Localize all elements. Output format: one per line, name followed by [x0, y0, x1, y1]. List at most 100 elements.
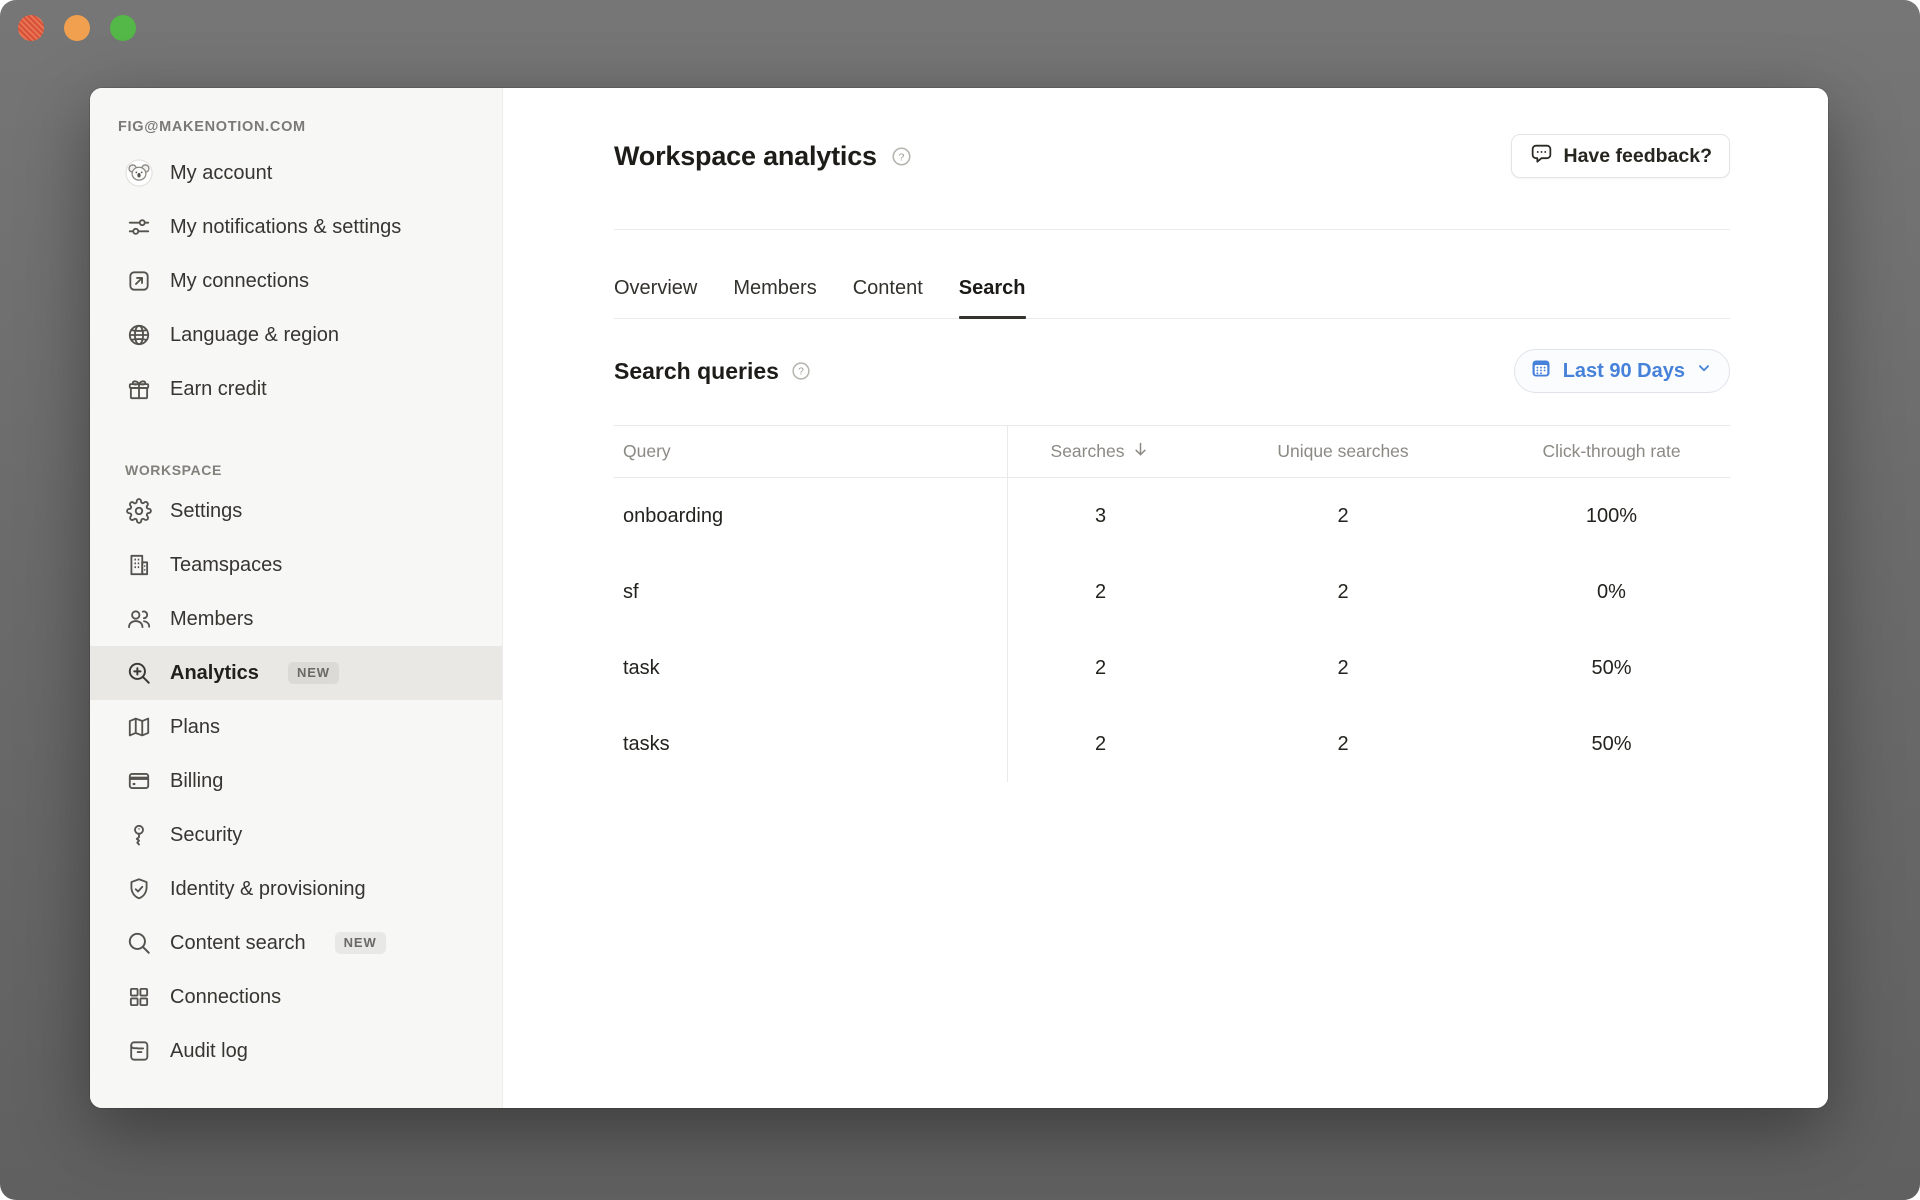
have-feedback-button[interactable]: Have feedback? — [1511, 134, 1731, 178]
key-icon — [125, 822, 153, 848]
sidebar-item-label: Teamspaces — [170, 552, 282, 579]
column-header-unique-searches[interactable]: Unique searches — [1193, 425, 1493, 478]
search-queries-section-header: Search queries ? — [614, 349, 1730, 393]
sidebar-item-security[interactable]: Security — [90, 808, 502, 862]
sidebar-item-my-connections[interactable]: My connections — [90, 254, 502, 308]
workspace-section-label: WORKSPACE — [125, 460, 502, 480]
account-section: My account My notifications & settings — [90, 146, 502, 416]
sidebar-item-settings[interactable]: Settings — [90, 484, 502, 538]
close-window-button[interactable] — [18, 15, 44, 41]
people-icon — [125, 606, 153, 632]
sidebar-item-my-notifications-settings[interactable]: My notifications & settings — [90, 200, 502, 254]
sidebar-item-identity-provisioning[interactable]: Identity & provisioning — [90, 862, 502, 916]
click-through-rate-cell: 100% — [1493, 478, 1730, 554]
svg-text:?: ? — [898, 151, 904, 163]
analytics-main-panel: Workspace analytics ? — [503, 88, 1828, 1108]
click-through-rate-cell: 50% — [1493, 630, 1730, 706]
sidebar-item-label: My notifications & settings — [170, 214, 401, 241]
sidebar-item-label: Plans — [170, 714, 220, 741]
unique-searches-cell: 2 — [1193, 630, 1493, 706]
feedback-button-label: Have feedback? — [1564, 145, 1713, 168]
query-cell: tasks — [614, 706, 1008, 782]
magnifier-plus-icon — [125, 660, 153, 686]
avatar — [125, 159, 153, 187]
sidebar-item-label: Billing — [170, 768, 223, 795]
shield-check-icon — [125, 876, 153, 902]
sidebar-item-label: Identity & provisioning — [170, 876, 366, 903]
query-cell: sf — [614, 554, 1008, 630]
tab-overview[interactable]: Overview — [614, 276, 697, 318]
sidebar-item-label: Connections — [170, 984, 281, 1011]
sidebar-item-connections[interactable]: Connections — [90, 970, 502, 1024]
searches-cell: 2 — [1008, 554, 1193, 630]
sidebar-item-analytics[interactable]: Analytics NEW — [90, 646, 502, 700]
query-cell: onboarding — [614, 478, 1008, 554]
search-queries-table: Query Searches Unique searches Click-thr… — [614, 425, 1730, 782]
sidebar-item-label: Content search — [170, 930, 306, 957]
sidebar-item-earn-credit[interactable]: Earn credit — [90, 362, 502, 416]
sidebar-item-label: Language & region — [170, 322, 339, 349]
page-title: Workspace analytics — [614, 141, 877, 172]
unique-searches-cell: 2 — [1193, 554, 1493, 630]
magnifier-icon — [125, 930, 153, 956]
date-range-label: Last 90 Days — [1563, 360, 1685, 383]
analytics-tabs: Overview Members Content Search — [614, 230, 1730, 319]
sort-desc-icon — [1131, 440, 1150, 464]
svg-text:?: ? — [798, 367, 804, 378]
searches-cell: 2 — [1008, 706, 1193, 782]
arrow-up-right-icon — [125, 268, 153, 294]
sidebar-item-plans[interactable]: Plans — [90, 700, 502, 754]
minimize-window-button[interactable] — [64, 15, 90, 41]
grid-icon — [125, 984, 153, 1010]
scroll-icon — [125, 1038, 153, 1064]
tab-content[interactable]: Content — [853, 276, 923, 318]
tab-search[interactable]: Search — [959, 276, 1026, 318]
sidebar-item-label: Analytics — [170, 660, 259, 687]
window-controls — [18, 15, 136, 41]
help-icon[interactable]: ? — [890, 145, 913, 168]
credit-card-icon — [125, 768, 153, 794]
sidebar-item-label: Settings — [170, 498, 242, 525]
sidebar-item-billing[interactable]: Billing — [90, 754, 502, 808]
section-title: Search queries — [614, 358, 779, 385]
column-header-searches[interactable]: Searches — [1008, 425, 1193, 478]
sidebar-item-label: Audit log — [170, 1038, 248, 1065]
sidebar-item-members[interactable]: Members — [90, 592, 502, 646]
settings-window: FIG@MAKENOTION.COM My account — [90, 88, 1828, 1108]
account-email-label: FIG@MAKENOTION.COM — [118, 116, 502, 138]
click-through-rate-cell: 50% — [1493, 706, 1730, 782]
date-range-filter-button[interactable]: Last 90 Days — [1514, 349, 1730, 393]
column-header-query[interactable]: Query — [614, 425, 1008, 478]
building-icon — [125, 552, 153, 578]
feedback-bubble-icon — [1529, 141, 1554, 172]
zoom-window-button[interactable] — [110, 15, 136, 41]
sidebar-item-language-region[interactable]: Language & region — [90, 308, 502, 362]
column-header-click-through-rate[interactable]: Click-through rate — [1493, 425, 1730, 478]
query-cell: task — [614, 630, 1008, 706]
page-header: Workspace analytics ? — [614, 134, 1730, 178]
gift-icon — [125, 376, 153, 402]
searches-cell: 2 — [1008, 630, 1193, 706]
click-through-rate-cell: 0% — [1493, 554, 1730, 630]
searches-cell: 3 — [1008, 478, 1193, 554]
chevron-down-icon — [1695, 359, 1713, 383]
gear-icon — [125, 498, 153, 524]
unique-searches-cell: 2 — [1193, 706, 1493, 782]
sidebar-item-teamspaces[interactable]: Teamspaces — [90, 538, 502, 592]
globe-icon — [125, 322, 153, 348]
settings-sidebar: FIG@MAKENOTION.COM My account — [90, 88, 503, 1108]
help-icon[interactable]: ? — [790, 360, 812, 382]
sidebar-item-my-account[interactable]: My account — [90, 146, 502, 200]
sidebar-item-audit-log[interactable]: Audit log — [90, 1024, 502, 1078]
sidebar-item-label: My connections — [170, 268, 309, 295]
tab-members[interactable]: Members — [733, 276, 816, 318]
map-icon — [125, 714, 153, 740]
sidebar-item-content-search[interactable]: Content search NEW — [90, 916, 502, 970]
sidebar-item-label: Earn credit — [170, 376, 267, 403]
new-badge: NEW — [288, 662, 339, 684]
sliders-icon — [125, 214, 153, 240]
workspace-section: Settings Teamspaces — [90, 484, 502, 1078]
sidebar-item-label: My account — [170, 160, 272, 187]
sidebar-item-label: Members — [170, 606, 253, 633]
calendar-icon — [1529, 356, 1553, 386]
